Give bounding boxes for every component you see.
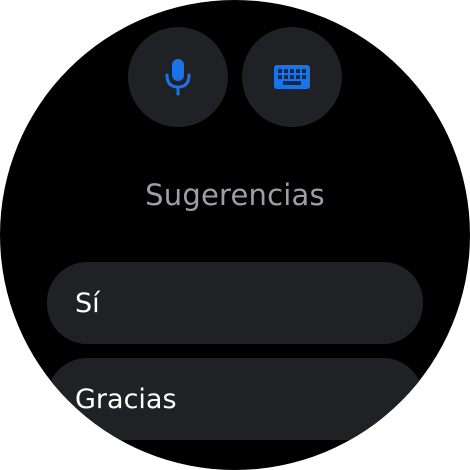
- keyboard-icon: [273, 64, 311, 90]
- suggestion-chip-gracias[interactable]: Gracias: [47, 358, 423, 440]
- suggestion-label: Sí: [75, 287, 100, 319]
- voice-input-button[interactable]: [128, 27, 228, 127]
- watch-screen: Sugerencias Sí Gracias: [0, 0, 470, 470]
- suggestions-title: Sugerencias: [145, 178, 325, 212]
- suggestion-chip-si[interactable]: Sí: [47, 262, 423, 344]
- keyboard-input-button[interactable]: [242, 27, 342, 127]
- suggestion-label: Gracias: [75, 383, 177, 415]
- watch-face: Sugerencias Sí Gracias: [0, 0, 470, 470]
- microphone-icon: [163, 57, 193, 97]
